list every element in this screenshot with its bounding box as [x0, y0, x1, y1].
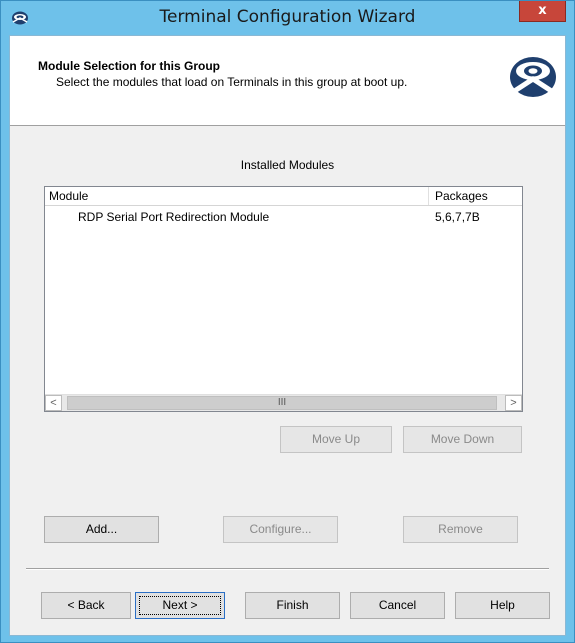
window-title: Terminal Configuration Wizard	[159, 7, 416, 27]
close-button[interactable]: x	[519, 1, 566, 22]
title-bar[interactable]: Terminal Configuration Wizard x	[1, 1, 574, 35]
table-row[interactable]: RDP Serial Port Redirection Module 5,6,7…	[45, 208, 522, 227]
configure-button[interactable]: Configure...	[223, 516, 338, 543]
page-title: Module Selection for this Group	[38, 59, 221, 73]
installed-modules-label: Installed Modules	[240, 158, 335, 172]
scroll-right-button[interactable]: >	[505, 395, 522, 411]
scroll-thumb[interactable]: III	[67, 396, 497, 410]
scroll-left-button[interactable]: <	[45, 395, 62, 411]
next-button[interactable]: Next >	[135, 592, 225, 619]
finish-button[interactable]: Finish	[245, 592, 340, 619]
wizard-header: Module Selection for this Group Select t…	[10, 36, 565, 126]
add-button[interactable]: Add...	[44, 516, 159, 543]
remove-button[interactable]: Remove	[403, 516, 518, 543]
column-header-module[interactable]: Module	[45, 187, 429, 205]
thinmanager-logo-icon	[510, 57, 556, 97]
column-header-packages[interactable]: Packages	[430, 187, 522, 205]
help-button[interactable]: Help	[455, 592, 550, 619]
modules-list[interactable]: Module Packages RDP Serial Port Redirect…	[44, 186, 523, 412]
module-name: RDP Serial Port Redirection Module	[78, 210, 270, 224]
page-subtitle: Select the modules that load on Terminal…	[56, 75, 408, 89]
wizard-window: Terminal Configuration Wizard x Module S…	[0, 0, 575, 643]
list-header: Module Packages	[45, 187, 522, 206]
cancel-button[interactable]: Cancel	[350, 592, 445, 619]
back-button[interactable]: < Back	[41, 592, 131, 619]
module-packages: 5,6,7,7B	[435, 210, 480, 224]
wizard-body: Module Selection for this Group Select t…	[9, 35, 566, 636]
focus-rectangle	[139, 596, 221, 615]
horizontal-scrollbar[interactable]: < III >	[45, 394, 522, 411]
footer-separator	[26, 568, 549, 570]
move-down-button[interactable]: Move Down	[403, 426, 522, 453]
move-up-button[interactable]: Move Up	[280, 426, 392, 453]
